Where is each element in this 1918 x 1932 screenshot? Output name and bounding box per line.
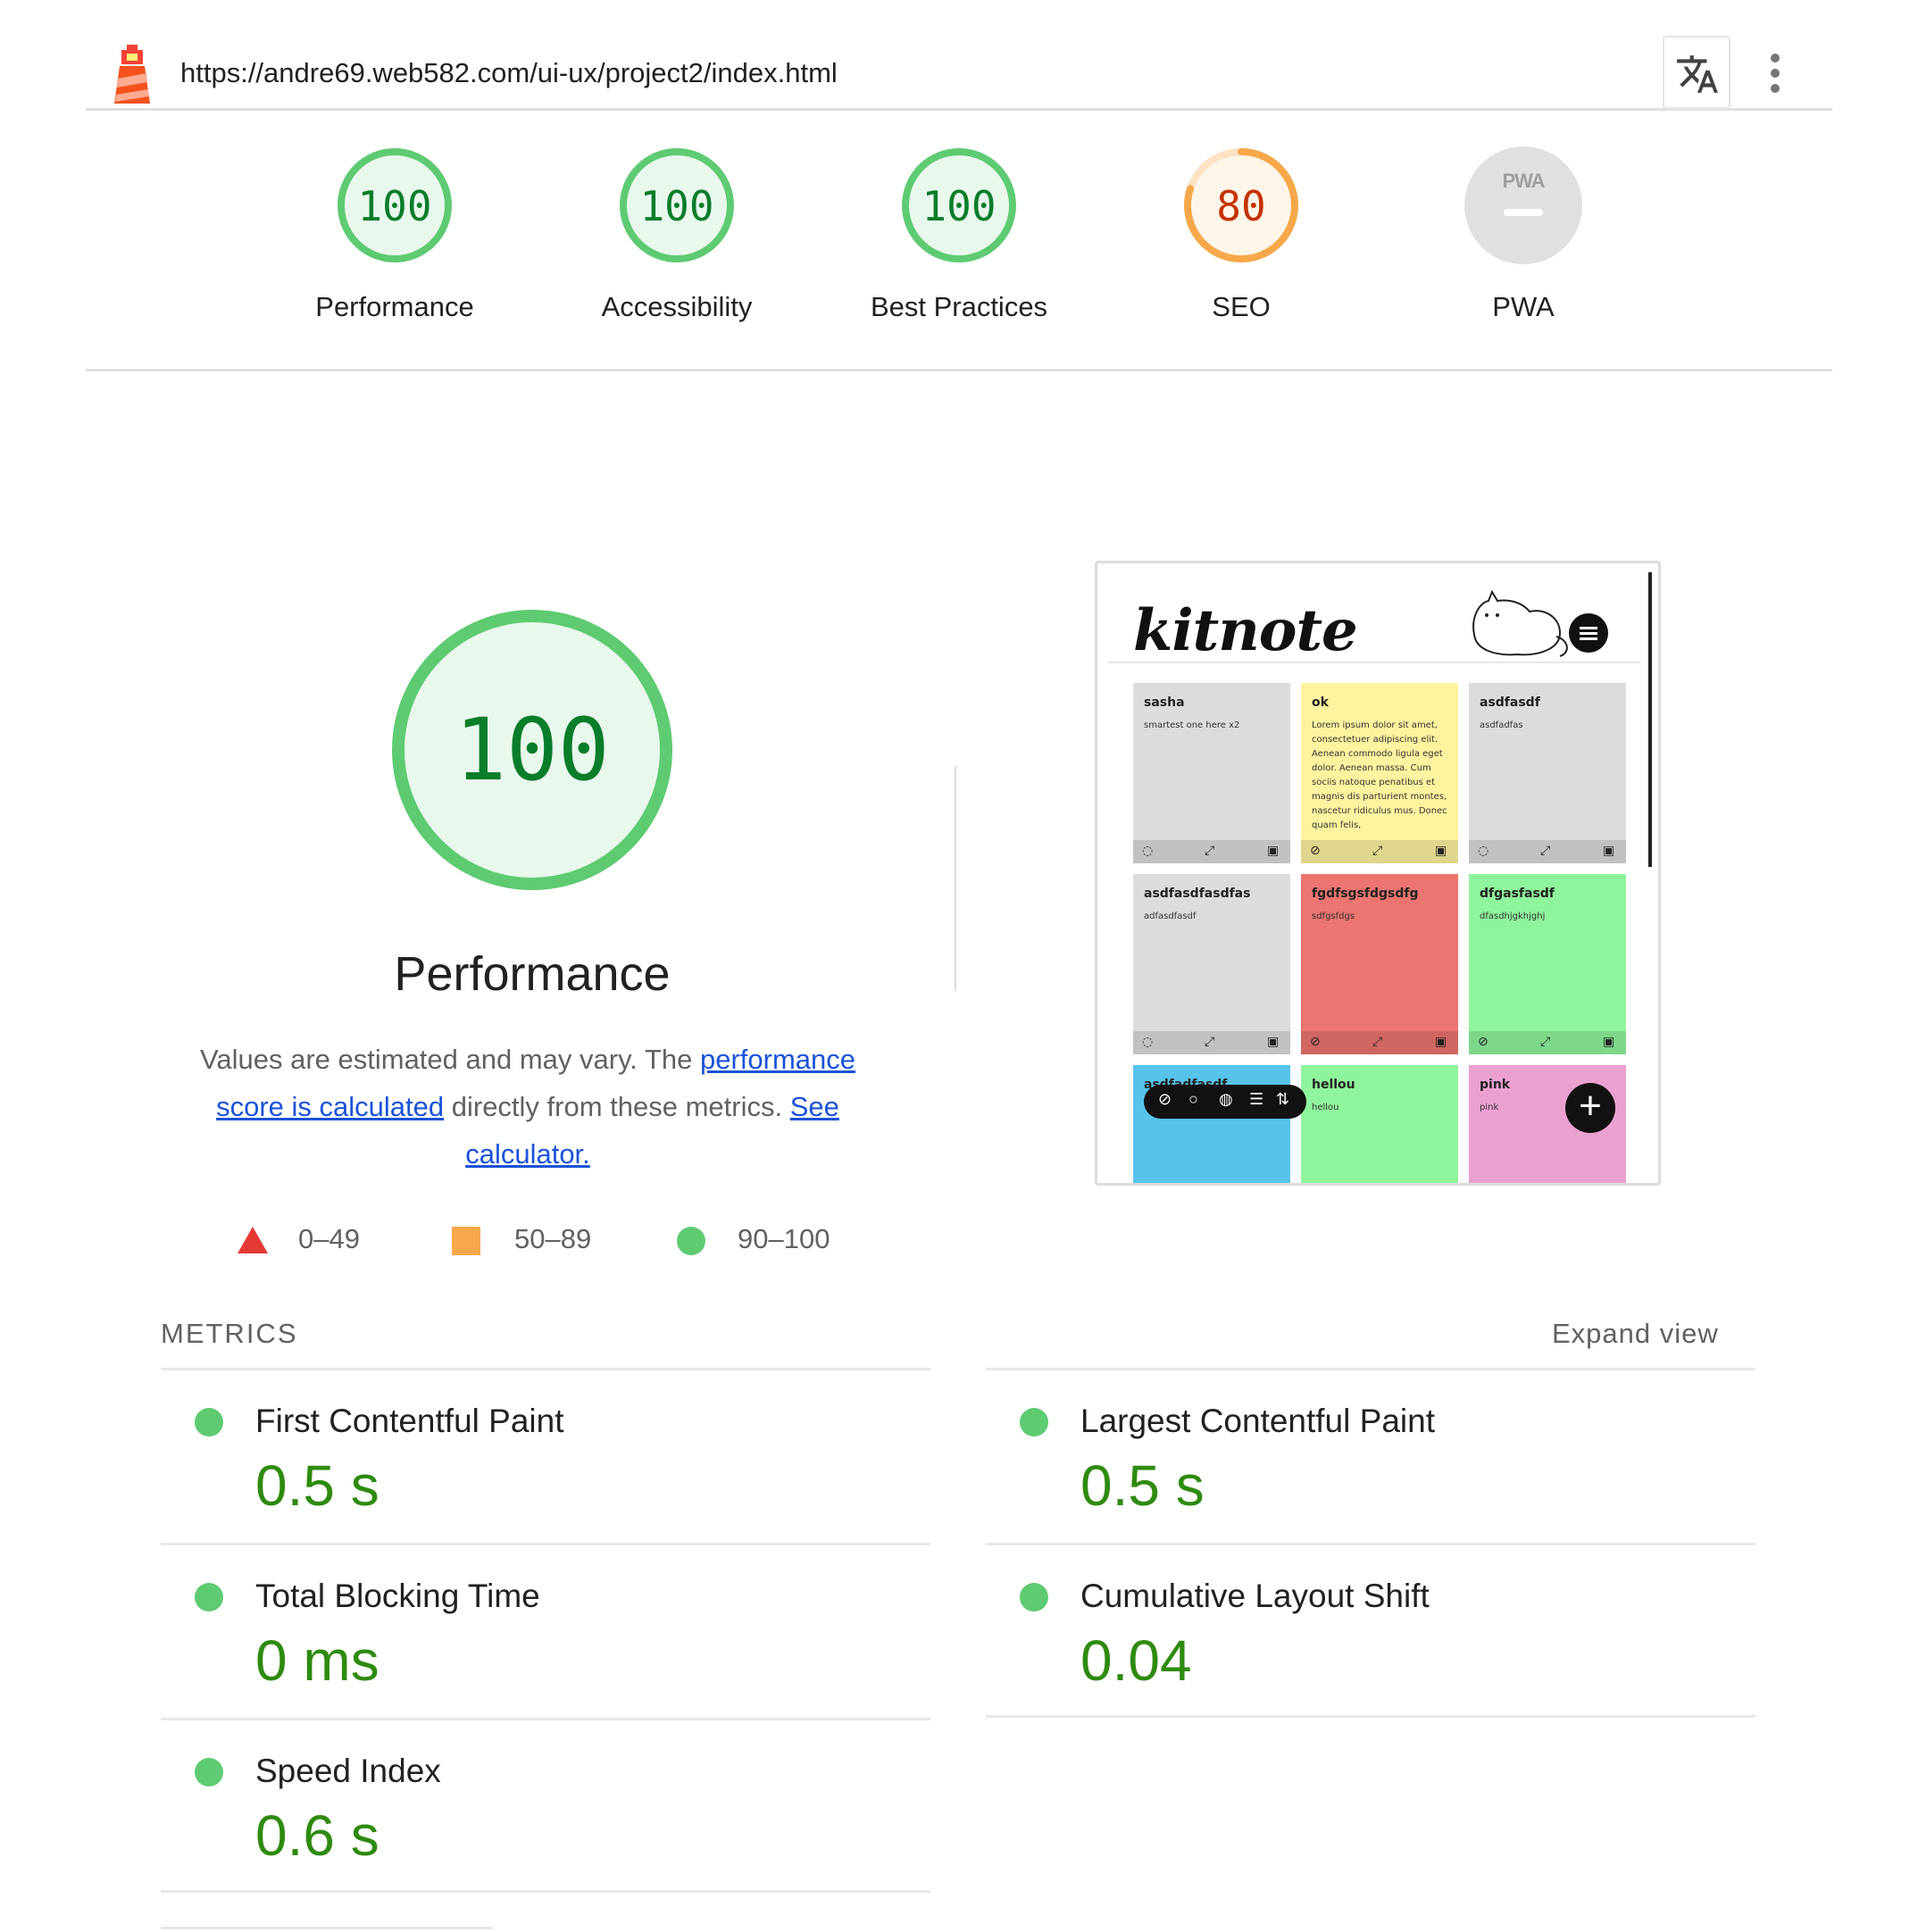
menu-icon[interactable] <box>1569 613 1608 653</box>
note-body: adfasdfasdf <box>1144 912 1197 921</box>
gauge-label: Accessibility <box>601 291 753 322</box>
thumb-divider <box>1108 662 1640 663</box>
note-card: dfgasfasdf dfasdhjgkhjghj ⊘ ⤢ ▣ <box>1469 874 1626 1054</box>
square-icon <box>452 1227 480 1255</box>
note-title: sasha <box>1144 695 1185 710</box>
gauge-label: Best Practices <box>870 291 1048 322</box>
note-actions: ⊘ ⤢ ▣ <box>1301 840 1458 863</box>
pwa-dash <box>1504 209 1543 216</box>
metric-speed-index: Speed Index 0.6 s <box>161 1718 930 1893</box>
note-card: hellou hellou <box>1301 1065 1458 1183</box>
note-actions: ⊘ ⤢ ▣ <box>1301 1031 1458 1054</box>
note-actions: ◌ ⤢ ▣ <box>1469 840 1626 863</box>
metric-first-contentful-paint: First Contentful Paint 0.5 s <box>161 1368 930 1543</box>
gauge-label: Performance <box>315 291 474 322</box>
note-body: sdfgsfdgs <box>1312 912 1355 921</box>
legend-label: 50–89 <box>514 1223 592 1254</box>
metrics-heading: METRICS <box>161 1318 298 1349</box>
note-title: hellou <box>1312 1078 1355 1092</box>
metric-value: 0.6 s <box>255 1803 379 1868</box>
note-body: smartest one here x2 <box>1144 720 1240 730</box>
performance-title: Performance <box>394 947 671 1001</box>
pwa-badge <box>1464 146 1582 264</box>
circle-icon <box>677 1227 705 1255</box>
pass-circle-icon <box>1020 1583 1048 1611</box>
lighthouse-logo-icon <box>114 45 150 104</box>
gauge-label: PWA <box>1492 291 1555 322</box>
metric-name: Total Blocking Time <box>255 1578 540 1614</box>
note-actions: ◌ ⤢ ▣ <box>1133 1031 1290 1054</box>
vertical-divider <box>955 766 956 991</box>
gauge-score: 100 <box>639 182 714 230</box>
note-card: asdfasdfasdfas adfasdfasdf ◌ ⤢ ▣ <box>1133 874 1290 1054</box>
expand-view-toggle[interactable]: Expand view <box>1552 1318 1719 1350</box>
pass-circle-icon <box>195 1408 223 1437</box>
note-title: ok <box>1312 695 1329 710</box>
gauge-score: 100 <box>921 182 997 230</box>
gauge-accessibility[interactable]: 100 Accessibility <box>570 146 784 323</box>
next-section-divider <box>161 1927 493 1929</box>
category-scores: 100 Performance 100 Accessibility 100 Be… <box>86 111 1832 371</box>
translate-button[interactable] <box>1663 36 1730 109</box>
final-screenshot-thumbnail[interactable]: kitnote sasha smartest one here x2 ◌ ⤢ ▣ o… <box>1095 561 1661 1186</box>
report-url[interactable]: https://andre69.web582.com/ui-ux/project… <box>180 57 838 89</box>
gauge-seo[interactable]: 80 SEO <box>1134 146 1348 323</box>
note-toolbar: ⊘ ○ ◍ ☰ ⇅ <box>1144 1085 1306 1119</box>
gauge-score: 80 <box>1216 182 1266 230</box>
note-actions: ⊘ ⤢ ▣ <box>1469 1031 1626 1054</box>
metric-name: Largest Contentful Paint <box>1080 1403 1435 1439</box>
pass-circle-icon <box>195 1758 223 1786</box>
note-body: dfasdhjgkhjghj <box>1480 912 1546 921</box>
metric-value: 0.04 <box>1080 1628 1192 1693</box>
gauge-performance[interactable]: 100 Performance <box>288 146 502 323</box>
metric-value: 0.5 s <box>255 1453 379 1518</box>
note-card: sasha smartest one here x2 ◌ ⤢ ▣ <box>1133 683 1290 863</box>
score-legend: 0–49 50–89 90–100 <box>0 1223 982 1259</box>
metric-largest-contentful-paint: Largest Contentful Paint 0.5 s <box>986 1368 1755 1543</box>
note-title: asdfasdf <box>1480 695 1540 710</box>
gauge-pwa[interactable]: PWA PWA <box>1416 146 1630 323</box>
pass-circle-icon <box>195 1583 223 1611</box>
metric-name: Speed Index <box>255 1753 441 1789</box>
cat-illustration-icon <box>1472 590 1568 657</box>
gauge-label: SEO <box>1212 291 1271 322</box>
note-title: fgdfsgsfdgsdfg <box>1312 887 1419 901</box>
note-card: asdfasdf asdfadfas ◌ ⤢ ▣ <box>1469 683 1626 863</box>
metric-total-blocking-time: Total Blocking Time 0 ms <box>161 1543 930 1718</box>
pass-circle-icon <box>1020 1408 1048 1437</box>
metric-value: 0.5 s <box>1080 1453 1205 1518</box>
triangle-icon <box>238 1227 268 1253</box>
metric-name: Cumulative Layout Shift <box>1080 1578 1430 1614</box>
metric-value: 0 ms <box>255 1628 379 1693</box>
report-header: https://andre69.web582.com/ui-ux/project… <box>86 36 1832 111</box>
performance-score: 100 <box>454 700 610 800</box>
performance-description: Values are estimated and may vary. The p… <box>175 1036 880 1178</box>
legend-label: 90–100 <box>738 1223 830 1254</box>
kitnote-logo: kitnote <box>1133 597 1358 664</box>
thumb-scrollbar <box>1648 572 1652 867</box>
note-actions: ◌ ⤢ ▣ <box>1133 840 1290 863</box>
pwa-icon: PWA <box>1502 170 1545 192</box>
note-body: asdfadfas <box>1480 720 1523 730</box>
metric-cumulative-layout-shift: Cumulative Layout Shift 0.04 <box>986 1543 1755 1718</box>
gauge-best-practices[interactable]: 100 Best Practices <box>852 146 1066 323</box>
note-card: asdfadfasdf <box>1133 1065 1290 1183</box>
metric-name: First Contentful Paint <box>255 1403 564 1439</box>
note-title: asdfasdfasdfas <box>1144 887 1251 901</box>
note-title: dfgasfasdf <box>1480 887 1555 901</box>
translate-icon <box>1677 55 1718 93</box>
note-body: Lorem ipsum dolor sit amet, consectetuer… <box>1312 720 1447 830</box>
note-title: pink <box>1480 1078 1511 1092</box>
add-note-icon: + <box>1565 1083 1615 1133</box>
note-card: ok Lorem ipsum dolor sit amet, consectet… <box>1301 683 1458 863</box>
kebab-menu-icon[interactable] <box>1757 50 1793 96</box>
note-card: fgdfsgsfdgsdfg sdfgsfdgs ⊘ ⤢ ▣ <box>1301 874 1458 1054</box>
performance-gauge: 100 <box>389 607 675 893</box>
legend-label: 0–49 <box>298 1223 360 1254</box>
gauge-score: 100 <box>357 182 432 230</box>
desc-text: Values are estimated and may vary. The <box>199 1044 700 1075</box>
desc-text: directly from these metrics. <box>444 1091 790 1122</box>
note-body: hellou <box>1312 1103 1339 1112</box>
